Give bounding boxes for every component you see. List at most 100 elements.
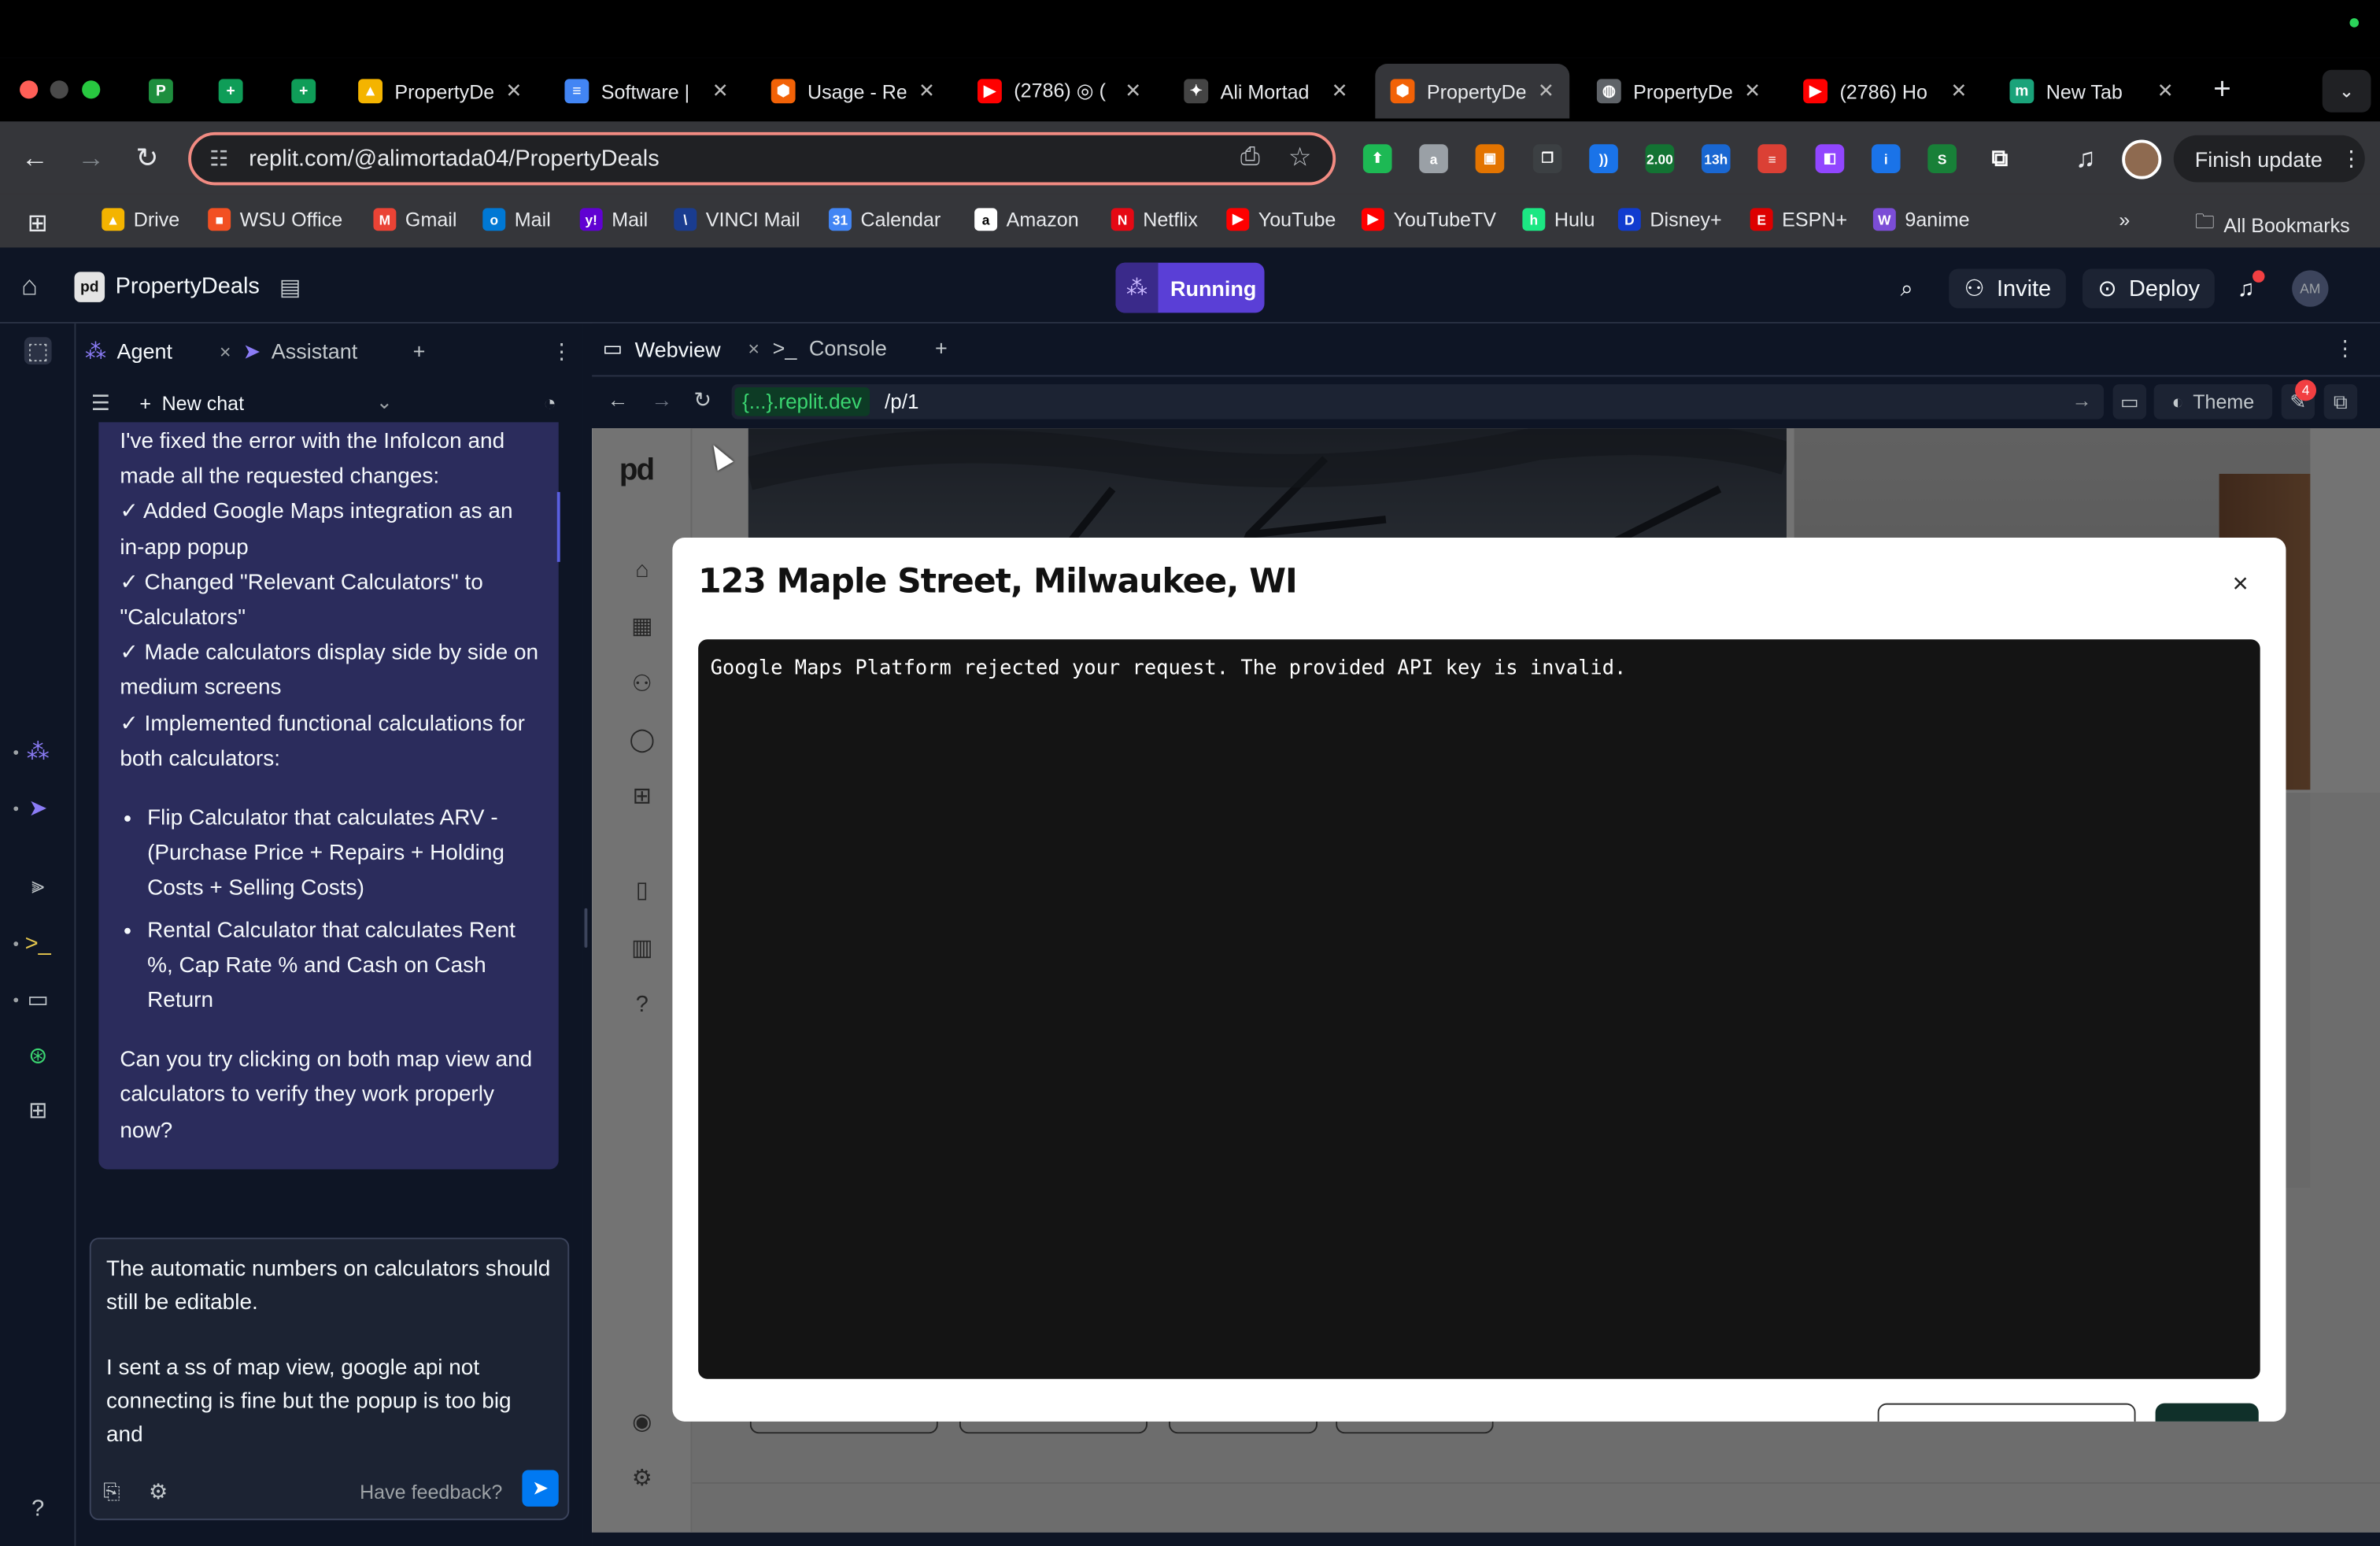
bookmark-item[interactable]: ■ WSU Office (208, 208, 342, 231)
bookmark-item[interactable]: N Netflix (1111, 208, 1198, 231)
close-tab-icon[interactable]: ✕ (2157, 79, 2174, 103)
browser-tab[interactable]: ≡ Software | ✕ (549, 64, 744, 118)
close-icon[interactable]: × (2225, 568, 2256, 599)
ext-todoist-icon[interactable]: ≡ (1757, 144, 1787, 173)
tab-console[interactable]: >_ Console (773, 335, 887, 360)
browser-tab[interactable]: + (276, 64, 331, 118)
go-arrow-icon[interactable]: → (2072, 389, 2092, 412)
browser-tab[interactable]: m New Tab ✕ (1994, 64, 2189, 118)
console-list-icon[interactable]: ⫸ (24, 871, 52, 899)
close-tab-icon[interactable]: ✕ (1538, 79, 1554, 103)
usage-gauge-icon[interactable]: ◔ (543, 386, 556, 419)
tab-webview[interactable]: ▭ Webview × (603, 335, 759, 361)
resizer-handle[interactable] (584, 908, 588, 948)
pane-menu-icon[interactable]: ⋮ (551, 334, 572, 367)
bookmark-item[interactable]: D Disney+ (1617, 208, 1722, 231)
new-tab-button[interactable]: + (2204, 73, 2240, 108)
agent-icon[interactable]: ⁂ (24, 738, 52, 766)
ext-grey-icon[interactable]: a (1419, 144, 1448, 173)
map-frame[interactable]: Google Maps Platform rejected your reque… (698, 639, 2260, 1379)
forward-icon[interactable]: → (651, 387, 672, 412)
maximize-window-button[interactable] (82, 80, 101, 99)
ext-speed-icon[interactable]: 2.00 (1645, 144, 1675, 173)
bookmark-item[interactable]: ▶ YouTube (1226, 208, 1336, 231)
bookmark-item[interactable]: 31 Calendar (829, 208, 941, 231)
send-button[interactable]: ➤ (522, 1470, 559, 1507)
address-bar[interactable]: ☷ replit.com/@alimortada04/PropertyDeals… (188, 131, 1336, 186)
close-tab-icon[interactable]: ✕ (918, 79, 935, 103)
ext-wave-icon[interactable]: )) (1589, 144, 1618, 173)
browser-tab[interactable]: ⬢ PropertyDe ✕ (1375, 64, 1570, 119)
theme-button[interactable]: ◐ Theme (2153, 384, 2273, 420)
feedback-link[interactable]: Have feedback? (360, 1474, 502, 1507)
browser-tab[interactable]: + (203, 64, 257, 118)
devices-icon[interactable]: ▭ (2112, 384, 2147, 420)
webview-url-field[interactable]: {...}.replit.dev /p/1 → (731, 384, 2105, 420)
bookmark-item[interactable]: o Mail (482, 208, 551, 231)
file-tree-icon[interactable]: ⬚ (24, 337, 52, 365)
finish-update-button[interactable]: Finish update ⋮ (2173, 135, 2365, 183)
open-new-window-icon[interactable]: ⧉ (2323, 384, 2358, 420)
deploy-button[interactable]: ⊙ Deploy (2082, 268, 2216, 309)
ext-info-icon[interactable]: i (1871, 144, 1901, 173)
site-info-icon[interactable]: ☷ (209, 146, 228, 172)
modal-primary-button[interactable] (2155, 1403, 2259, 1422)
help-icon[interactable]: ? (24, 1494, 52, 1522)
tab-search-button[interactable]: ⌄ (2322, 69, 2371, 113)
extensions-puzzle-icon[interactable]: ⧉ (1986, 144, 2015, 173)
pane-menu-icon[interactable]: ⋮ (2334, 335, 2356, 361)
tab-agent[interactable]: ⁂ Agent × (85, 334, 231, 367)
add-tab-icon[interactable]: + (935, 335, 948, 360)
bookmark-item[interactable]: W 9anime (1872, 208, 1970, 231)
close-tab-icon[interactable]: ✕ (505, 79, 522, 103)
bookmarks-overflow-icon[interactable]: » (2119, 208, 2130, 231)
bookmark-item[interactable]: M Gmail (373, 208, 456, 231)
bookmark-item[interactable]: ▲ Drive (102, 208, 179, 231)
ext-twitch-icon[interactable]: ◧ (1815, 144, 1845, 173)
bookmark-item[interactable]: E ESPN+ (1750, 208, 1847, 231)
minimize-window-button[interactable] (50, 80, 68, 99)
chat-scrollbar[interactable] (556, 492, 560, 562)
bookmark-item[interactable]: ▶ YouTubeTV (1361, 208, 1496, 231)
bookmark-item[interactable]: h Hulu (1522, 208, 1595, 231)
chat-history-icon[interactable]: ☰ (91, 386, 110, 419)
search-icon[interactable]: ⌕ (1901, 268, 1913, 308)
terminal-icon[interactable]: >_ (24, 930, 52, 957)
invite-button[interactable]: ⚇ Invite (1949, 268, 2067, 309)
close-tab-icon[interactable]: ✕ (712, 79, 729, 103)
deployments-icon[interactable]: ⊛ (24, 1041, 52, 1069)
browser-tab[interactable]: ⬢ Usage - Re ✕ (756, 64, 950, 118)
settings-gear-icon[interactable]: ⚙ (149, 1474, 168, 1507)
ext-timer-icon[interactable]: 13h (1701, 144, 1731, 173)
browser-tab[interactable]: ▶ (2786) ◎ (✕ (963, 64, 1157, 118)
bookmark-item[interactable]: \ VINCI Mail (674, 208, 800, 231)
bookmark-item[interactable]: y! Mail (579, 208, 648, 231)
reload-icon[interactable]: ↻ (693, 387, 711, 413)
browser-tab[interactable]: ▶ (2786) Ho ✕ (1788, 64, 1983, 118)
back-icon[interactable]: ← (17, 139, 53, 176)
ext-orange-icon[interactable]: ▣ (1475, 144, 1505, 173)
close-window-button[interactable] (20, 80, 39, 99)
add-tab-icon[interactable]: + (413, 334, 426, 367)
user-avatar[interactable]: AM (2292, 270, 2329, 307)
close-tab-icon[interactable]: ✕ (1950, 79, 1967, 103)
project-panel-icon[interactable]: ▤ (279, 273, 301, 301)
install-app-icon[interactable]: ⎙ (1240, 144, 1260, 172)
project-name[interactable]: PropertyDeals (116, 273, 260, 299)
browser-tab[interactable]: ▲ PropertyDe ✕ (343, 64, 538, 118)
profile-avatar[interactable] (2122, 139, 2162, 179)
browser-tab[interactable]: ✦ Ali Mortad ✕ (1169, 64, 1363, 118)
new-chat-button[interactable]: + New chat ⌄ (139, 386, 393, 419)
attach-icon[interactable]: ⎘ (103, 1474, 120, 1507)
run-button[interactable]: ⁂ Running (1115, 262, 1265, 313)
close-tab-icon[interactable]: ✕ (1744, 79, 1761, 103)
webview-icon[interactable]: ▭ (24, 986, 52, 1013)
media-controls-icon[interactable]: ♫ (2068, 139, 2104, 176)
close-tab-icon[interactable]: × (748, 337, 759, 360)
browser-tab[interactable]: ◍ PropertyDe ✕ (1582, 64, 1776, 118)
all-bookmarks[interactable]: 🗀 All Bookmarks (2195, 208, 2350, 241)
apps-grid-icon[interactable]: ⊞ (28, 208, 48, 239)
browser-tab[interactable]: P (134, 64, 176, 118)
assistant-icon[interactable]: ➤ (24, 794, 52, 822)
ext-window-icon[interactable]: ❐ (1532, 144, 1562, 173)
